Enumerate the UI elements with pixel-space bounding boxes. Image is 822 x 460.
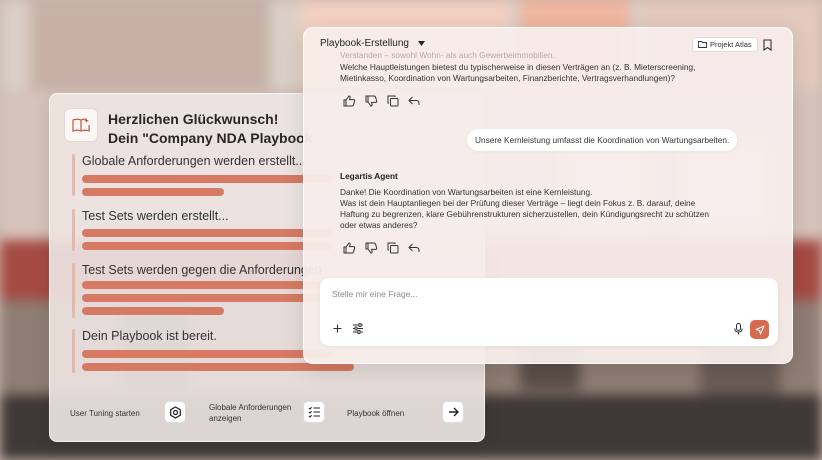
message-actions — [343, 95, 420, 107]
arrow-right-icon — [448, 407, 459, 417]
agent-message-line: Mietinkasso, Koordination von Wartungsar… — [340, 73, 675, 83]
sliders-icon[interactable] — [352, 323, 364, 334]
agent-message-line: Was ist dein Hauptanliegen bei der Prüfu… — [340, 198, 696, 208]
chat-input[interactable] — [332, 287, 712, 301]
step-label: Dein Playbook ist bereit. — [82, 329, 217, 343]
message-composer — [320, 278, 778, 346]
reply-icon[interactable] — [408, 95, 420, 107]
message-actions — [343, 242, 420, 254]
user-message: Unsere Kernleistung umfasst die Koordina… — [467, 129, 738, 151]
agent-name: Legartis Agent — [340, 171, 398, 181]
progress-line — [82, 307, 224, 315]
thumbs-up-icon[interactable] — [343, 95, 356, 107]
open-playbook-label: Playbook öffnen — [347, 409, 405, 418]
user-tuning-action: User Tuning starten — [70, 408, 140, 419]
reply-icon[interactable] — [408, 242, 420, 254]
open-playbook-action: Playbook öffnen — [347, 408, 404, 419]
chat-title: Playbook-Erstellung — [320, 38, 409, 49]
card-title: Herzlichen Glückwunsch! — [108, 111, 279, 127]
plus-icon[interactable] — [333, 324, 342, 333]
step-label: Globale Anforderungen werden erstellt... — [82, 154, 306, 168]
progress-line — [82, 242, 332, 250]
microphone-icon[interactable] — [734, 323, 743, 335]
progress-line — [82, 294, 322, 302]
user-tuning-label: User Tuning starten — [70, 409, 140, 418]
hexagon-gear-icon — [169, 405, 181, 419]
copy-icon[interactable] — [387, 95, 399, 107]
progress-line — [82, 175, 332, 183]
agent-message-line: Welche Hauptleistungen bietest du typisc… — [340, 62, 696, 72]
progress-line — [82, 350, 332, 358]
view-requirements-button[interactable] — [303, 401, 325, 423]
agent-message-faded: Verstanden – sowohl Wohn- als auch Gewer… — [340, 50, 555, 60]
step-label: Test Sets werden erstellt... — [82, 209, 229, 223]
agent-message-line: Haftung zu begrenzen, klare Gebührenstru… — [340, 209, 709, 219]
chat-title-dropdown[interactable]: Playbook-Erstellung — [320, 38, 425, 49]
view-requirements-action: Globale Anforderungen anzeigen — [209, 402, 291, 424]
user-tuning-button[interactable] — [164, 401, 186, 423]
agent-message-line: oder etwas anderes? — [340, 220, 418, 230]
thumbs-down-icon[interactable] — [365, 95, 378, 107]
folder-icon — [698, 41, 707, 48]
bookmark-icon — [763, 39, 772, 52]
caret-down-icon — [417, 41, 425, 46]
project-badge[interactable]: Projekt Atlas — [692, 37, 758, 52]
progress-line — [82, 281, 322, 289]
checklist-icon — [308, 406, 320, 418]
thumbs-up-icon[interactable] — [343, 242, 356, 254]
chat-panel: Playbook-Erstellung Projekt Atlas Versta… — [303, 27, 793, 364]
project-label: Projekt Atlas — [710, 40, 752, 49]
book-sparkle-icon — [64, 108, 98, 142]
requirements-label-line1: Globale Anforderungen — [209, 403, 292, 412]
open-playbook-button[interactable] — [442, 401, 464, 423]
agent-message-line: Danke! Die Koordination von Wartungsarbe… — [340, 187, 593, 197]
card-footer: User Tuning starten Globale Anforderunge… — [50, 394, 484, 434]
step-label: Test Sets werden gegen die Anforderungen — [82, 263, 322, 277]
copy-icon[interactable] — [387, 242, 399, 254]
send-icon — [754, 324, 765, 335]
thumbs-down-icon[interactable] — [365, 242, 378, 254]
card-subtitle: Dein "Company NDA Playbook — [108, 130, 313, 146]
progress-line — [82, 363, 354, 371]
requirements-label-line2: anzeigen — [209, 414, 242, 423]
send-button[interactable] — [750, 320, 769, 339]
progress-line — [82, 188, 224, 196]
bookmark-button[interactable] — [763, 38, 772, 56]
card-header: Herzlichen Glückwunsch! Dein "Company ND… — [64, 108, 312, 148]
progress-line — [82, 229, 332, 237]
